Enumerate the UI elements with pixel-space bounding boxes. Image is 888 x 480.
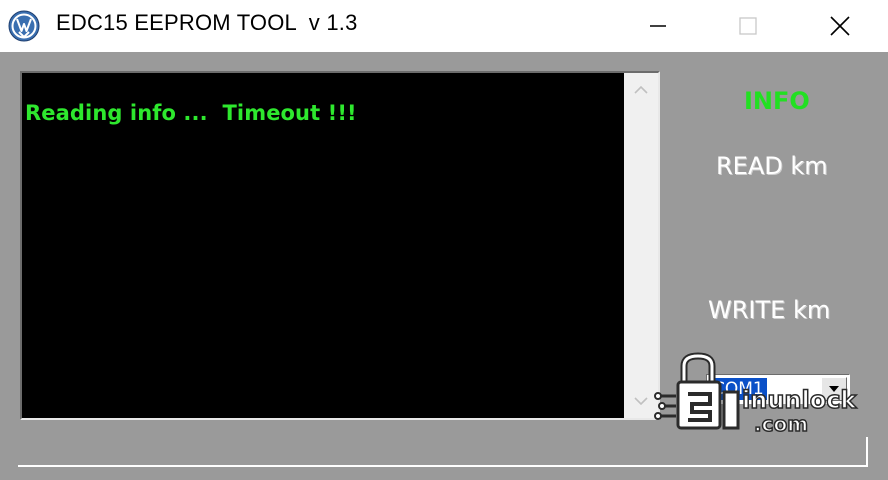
chevron-down-icon xyxy=(634,397,648,406)
watermark-domain: .com xyxy=(753,411,809,437)
scroll-up-button[interactable] xyxy=(624,73,658,107)
console-output[interactable]: Reading info ... Timeout !!! xyxy=(20,71,660,420)
watermark: inunlock .com xyxy=(654,352,884,444)
chevron-up-icon xyxy=(634,85,648,94)
title-bar[interactable]: EDC15 EEPROM TOOL v 1.3 xyxy=(0,0,888,52)
lock-logo-icon xyxy=(654,352,740,430)
watermark-text: inunlock xyxy=(741,385,857,415)
vw-logo-icon xyxy=(8,10,40,42)
close-icon xyxy=(830,16,850,36)
minimize-icon xyxy=(650,25,666,27)
console-text: Reading info ... Timeout !!! xyxy=(25,101,357,125)
read-km-button[interactable]: READ km xyxy=(716,152,828,180)
client-area: Reading info ... Timeout !!! INFO READ k… xyxy=(0,52,888,480)
app-window: EDC15 EEPROM TOOL v 1.3 Reading info ...… xyxy=(0,0,888,480)
minimize-button[interactable] xyxy=(612,0,704,52)
close-button[interactable] xyxy=(794,0,886,52)
info-button[interactable]: INFO xyxy=(744,87,810,115)
scroll-down-button[interactable] xyxy=(624,384,658,418)
write-km-button[interactable]: WRITE km xyxy=(708,296,830,324)
console-scrollbar[interactable] xyxy=(624,73,658,418)
maximize-button[interactable] xyxy=(702,0,794,52)
maximize-icon xyxy=(739,17,757,35)
window-title: EDC15 EEPROM TOOL v 1.3 xyxy=(56,10,358,35)
